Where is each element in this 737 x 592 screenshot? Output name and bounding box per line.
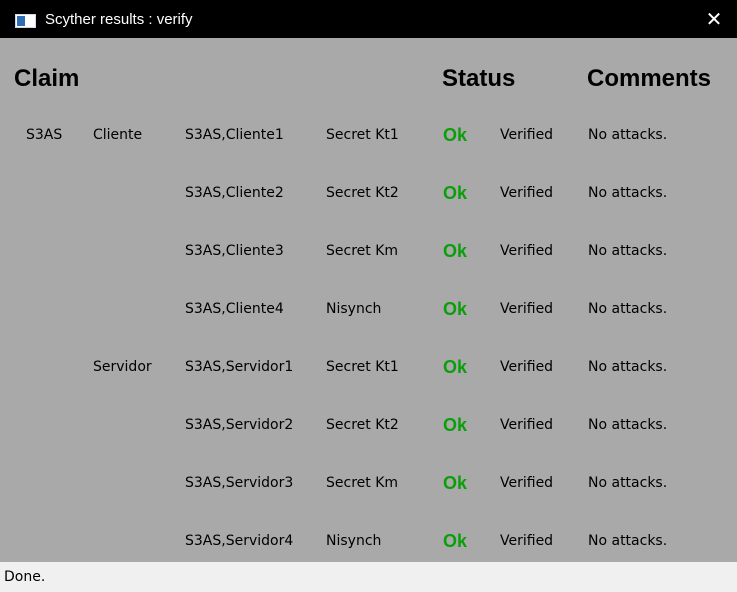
- close-button[interactable]: ✕: [691, 0, 737, 38]
- window-title: Scyther results : verify: [45, 11, 193, 28]
- verdict: Verified: [500, 533, 554, 549]
- result-row: S3AS,Servidor2 Secret Kt2 Ok Verified No…: [0, 413, 737, 437]
- claim-type: Secret Kt2: [326, 417, 399, 433]
- result-row: S3AS,Servidor4 Nisynch Ok Verified No at…: [0, 529, 737, 553]
- claim-type: Nisynch: [326, 533, 382, 549]
- status-ok: Ok: [443, 299, 468, 319]
- title-bar[interactable]: Scyther results : verify ✕: [0, 0, 737, 38]
- result-row: S3AS,Servidor3 Secret Km Ok Verified No …: [0, 471, 737, 495]
- comment: No attacks.: [588, 185, 668, 201]
- result-row: S3AS,Cliente3 Secret Km Ok Verified No a…: [0, 239, 737, 263]
- result-row: S3AS,Cliente4 Nisynch Ok Verified No att…: [0, 297, 737, 321]
- claim-id: S3AS,Servidor4: [185, 533, 294, 549]
- claim-type: Secret Kt1: [326, 359, 399, 375]
- claim-type: Nisynch: [326, 301, 382, 317]
- claim-id: S3AS,Cliente3: [185, 243, 284, 259]
- status-ok: Ok: [443, 241, 468, 261]
- verdict: Verified: [500, 243, 554, 259]
- claim-type: Secret Kt1: [326, 127, 399, 143]
- role-name: Servidor: [93, 359, 152, 375]
- claim-type: Secret Km: [326, 475, 399, 491]
- role-name: Cliente: [93, 127, 143, 143]
- comment: No attacks.: [588, 533, 668, 549]
- app-icon: [15, 14, 36, 28]
- status-ok: Ok: [443, 531, 468, 551]
- verdict: Verified: [500, 417, 554, 433]
- comment: No attacks.: [588, 359, 668, 375]
- status-ok: Ok: [443, 415, 468, 435]
- claim-type: Secret Kt2: [326, 185, 399, 201]
- header-comments: Comments: [587, 65, 712, 92]
- claim-id: S3AS,Cliente4: [185, 301, 284, 317]
- verdict: Verified: [500, 185, 554, 201]
- status-ok: Ok: [443, 473, 468, 493]
- comment: No attacks.: [588, 475, 668, 491]
- verdict: Verified: [500, 359, 554, 375]
- verdict: Verified: [500, 475, 554, 491]
- status-ok: Ok: [443, 183, 468, 203]
- status-text: Done.: [4, 569, 46, 585]
- result-row: Servidor S3AS,Servidor1 Secret Kt1 Ok Ve…: [0, 355, 737, 379]
- result-row: S3AS Cliente S3AS,Cliente1 Secret Kt1 Ok…: [0, 123, 737, 147]
- comment: No attacks.: [588, 417, 668, 433]
- comment: No attacks.: [588, 243, 668, 259]
- protocol-name: S3AS: [26, 127, 63, 143]
- result-row: S3AS,Cliente2 Secret Kt2 Ok Verified No …: [0, 181, 737, 205]
- scyther-results-window: Scyther results : verify ✕ Claim Status …: [0, 0, 737, 592]
- header-status: Status: [442, 65, 516, 92]
- status-ok: Ok: [443, 125, 468, 145]
- claim-id: S3AS,Cliente1: [185, 127, 284, 143]
- claim-type: Secret Km: [326, 243, 399, 259]
- verdict: Verified: [500, 301, 554, 317]
- claim-id: S3AS,Servidor2: [185, 417, 294, 433]
- comment: No attacks.: [588, 301, 668, 317]
- status-ok: Ok: [443, 357, 468, 377]
- verdict: Verified: [500, 127, 554, 143]
- claim-id: S3AS,Servidor3: [185, 475, 294, 491]
- claim-id: S3AS,Cliente2: [185, 185, 284, 201]
- status-bar: Done.: [0, 562, 737, 592]
- comment: No attacks.: [588, 127, 668, 143]
- results-area: Claim Status Comments S3AS Cliente S3AS,…: [0, 38, 737, 562]
- claim-id: S3AS,Servidor1: [185, 359, 294, 375]
- header-claim: Claim: [14, 65, 80, 92]
